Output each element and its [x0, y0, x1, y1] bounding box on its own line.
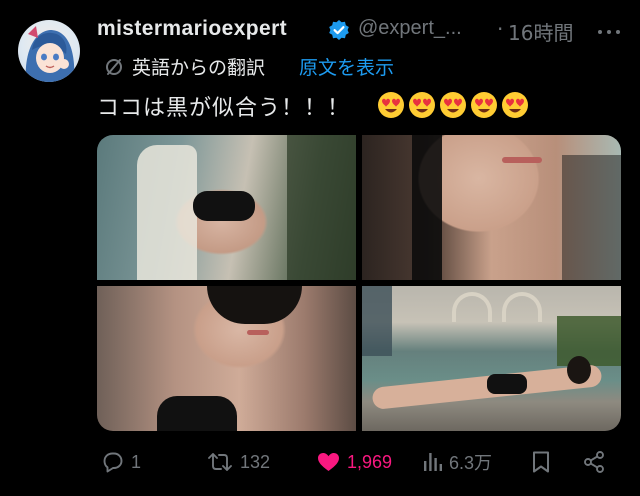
translation-label: 英語からの翻訳 [132, 57, 266, 79]
heart-eyes-emoji [440, 92, 466, 118]
repost-icon [208, 453, 232, 471]
avatar-illustration [25, 26, 75, 82]
tweet-text: ココは黒が似合う！！！ [97, 96, 351, 121]
repost-count: 132 [240, 451, 271, 472]
photo-1[interactable] [97, 135, 356, 280]
view-count: 6.3万 [449, 453, 493, 473]
separator-dot: · [497, 17, 504, 41]
action-bar: 1 132 1,969 6.3万 [0, 446, 640, 478]
heart-eyes-emoji [409, 92, 435, 118]
reply-count: 1 [131, 451, 142, 472]
like-button[interactable]: 1,969 [316, 446, 392, 478]
heart-eyes-emoji [471, 92, 497, 118]
reply-icon [103, 452, 123, 473]
bookmark-button[interactable] [531, 446, 551, 478]
show-original-link[interactable]: 原文を表示 [299, 53, 394, 80]
heart-eyes-emoji [378, 92, 404, 118]
user-handle[interactable]: @expert_... [358, 17, 462, 40]
photo-3[interactable] [97, 286, 356, 431]
views-bar-chart-icon [424, 453, 442, 471]
translate-icon [106, 59, 122, 75]
reply-button[interactable]: 1 [101, 446, 141, 478]
repost-button[interactable]: 132 [206, 446, 270, 478]
share-button[interactable] [582, 446, 606, 478]
heart-eyes-emoji [502, 92, 528, 118]
like-count: 1,969 [347, 451, 393, 472]
post-timestamp[interactable]: 16時間 [508, 17, 573, 46]
more-dots-icon[interactable] [598, 30, 622, 36]
emoji-group [377, 91, 529, 119]
verified-badge-icon [329, 20, 349, 40]
bookmark-icon [533, 451, 549, 473]
avatar[interactable] [18, 20, 80, 82]
share-icon [584, 451, 604, 473]
photo-4[interactable] [362, 286, 621, 431]
heart-icon [318, 453, 339, 471]
display-name[interactable]: mistermarioexpert [97, 17, 287, 41]
views-button[interactable]: 6.3万 [423, 446, 492, 478]
photo-2[interactable] [362, 135, 621, 280]
media-grid [97, 135, 621, 431]
